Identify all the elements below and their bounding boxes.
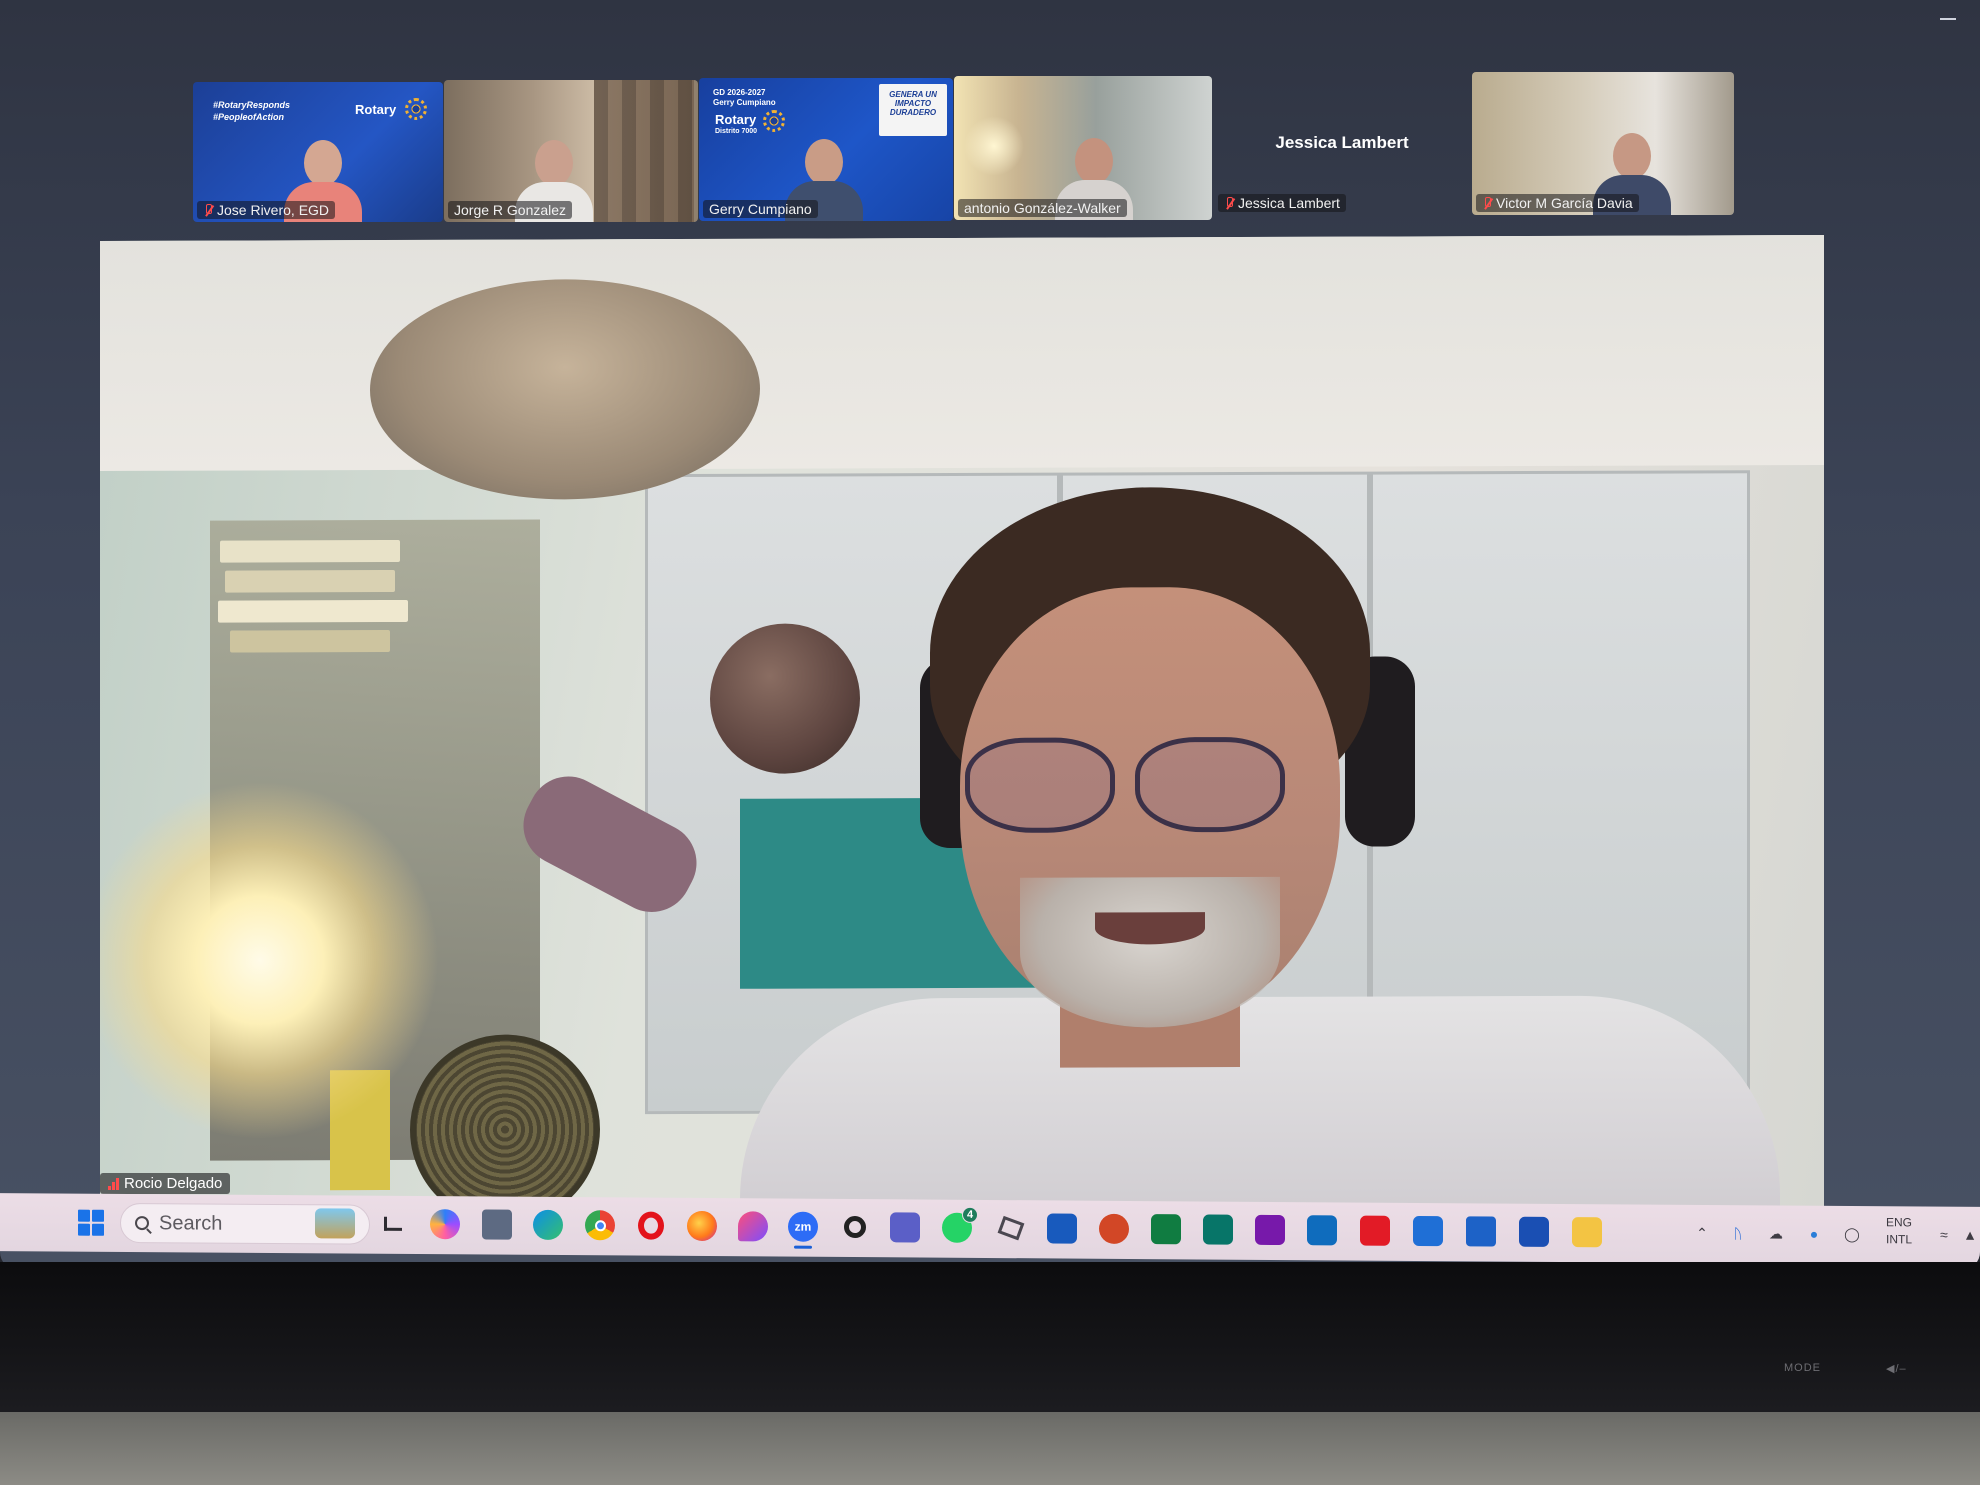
participant-name-tag: Jorge R Gonzalez xyxy=(448,201,573,219)
zoom-icon[interactable]: zm xyxy=(788,1211,818,1249)
rotary-wheel-icon xyxy=(405,98,427,120)
widgets-icon[interactable] xyxy=(315,1208,355,1239)
copilot-icon[interactable] xyxy=(430,1209,460,1240)
language-line-1: ENG xyxy=(1886,1215,1913,1230)
ceiling-lamp xyxy=(370,278,760,501)
security-icon[interactable]: ● xyxy=(1806,1226,1822,1242)
slogan-line-3: DURADERO xyxy=(889,108,937,117)
chrome-icon[interactable] xyxy=(585,1210,615,1241)
mic-muted-icon xyxy=(203,203,213,217)
participant-tile-jose-rivero[interactable]: #RotaryResponds #PeopleofAction Rotary J… xyxy=(193,82,443,222)
arc-icon[interactable] xyxy=(738,1211,768,1242)
cloud-sync-icon[interactable]: ☁ xyxy=(1768,1225,1784,1241)
participant-name: Gerry Cumpiano xyxy=(709,201,812,217)
zoom-label: zm xyxy=(794,1219,812,1234)
word-icon[interactable] xyxy=(1047,1213,1077,1244)
publisher-icon[interactable] xyxy=(1203,1214,1233,1245)
active-app-indicator xyxy=(794,1245,812,1249)
powerpoint-icon[interactable] xyxy=(1099,1213,1129,1244)
language-line-2: INTL xyxy=(1886,1232,1913,1247)
mic-muted-icon xyxy=(1482,196,1492,210)
firefox-icon[interactable] xyxy=(687,1210,717,1242)
bluetooth-icon[interactable]: ᚢ xyxy=(1730,1225,1746,1241)
remote-icon[interactable] xyxy=(1413,1215,1443,1247)
banner-line-3: Rotary xyxy=(715,112,757,127)
bezel-mode-label: MODE xyxy=(1784,1362,1821,1374)
snipping-icon[interactable] xyxy=(996,1213,1026,1243)
excel-icon[interactable] xyxy=(1151,1214,1181,1245)
banner-line-2: Gerry Cumpiano xyxy=(713,98,776,107)
mic-muted-icon xyxy=(1224,196,1234,210)
microphone-icon[interactable]: ◯ xyxy=(1844,1225,1860,1242)
search-icon xyxy=(135,1216,149,1231)
glasses xyxy=(965,737,1115,833)
desk-surface xyxy=(0,1412,1980,1485)
calculator-icon[interactable] xyxy=(482,1209,512,1240)
volume-icon[interactable]: ▲ xyxy=(1962,1227,1978,1243)
wifi-icon[interactable]: ≈ xyxy=(1936,1227,1952,1243)
rotary-logo-text: Rotary xyxy=(355,102,397,117)
slogan-line-1: GENERA UN xyxy=(889,90,937,99)
participant-display-name: Jessica Lambert xyxy=(1275,133,1409,152)
lamp-glow xyxy=(964,116,1024,176)
photo-background: #RotaryResponds #PeopleofAction Rotary J… xyxy=(0,0,1980,1485)
participant-name: Victor M García Davia xyxy=(1496,195,1633,211)
onenote-icon[interactable] xyxy=(1255,1214,1285,1246)
active-speaker-video[interactable] xyxy=(100,234,1824,1214)
monitor-screen: #RotaryResponds #PeopleofAction Rotary J… xyxy=(0,0,1980,1270)
chevron-up-icon[interactable]: ⌃ xyxy=(1694,1224,1710,1241)
windows-taskbar: Search zm 4 ⌃ ᚢ ☁ ● ◯ ENG INTL ≈ ▲ xyxy=(0,1193,1980,1265)
whatsapp-icon[interactable]: 4 xyxy=(942,1206,978,1243)
windows-start-icon[interactable] xyxy=(78,1209,104,1236)
active-speaker-name-tag: Rocio Delgado xyxy=(100,1173,231,1194)
language-indicator[interactable]: ENG INTL xyxy=(1886,1214,1912,1248)
opera-icon[interactable] xyxy=(636,1211,666,1241)
participant-tile-antonio-gonzalez-walker[interactable]: antonio González-Walker xyxy=(954,76,1212,220)
slogan-line-2: IMPACTO xyxy=(894,99,932,108)
bezel-volume-icon: ◀/– xyxy=(1886,1363,1907,1375)
participant-name-tag: Jessica Lambert xyxy=(1218,194,1346,212)
task-view-icon[interactable] xyxy=(378,1209,408,1239)
desk-fan xyxy=(410,1034,600,1214)
mail-icon[interactable] xyxy=(1466,1216,1496,1247)
banner-line-4: Distrito 7000 xyxy=(715,128,758,135)
participant-name-tag: Gerry Cumpiano xyxy=(703,200,818,218)
search-label: Search xyxy=(159,1211,223,1235)
participant-name-tag: antonio González-Walker xyxy=(958,199,1127,217)
outlook-icon[interactable] xyxy=(1307,1215,1337,1246)
teams-icon[interactable] xyxy=(890,1212,920,1243)
participant-tile-jessica-lambert[interactable]: Jessica Lambert Jessica Lambert xyxy=(1213,72,1471,218)
active-speaker-name: Rocio Delgado xyxy=(124,1175,223,1192)
minimize-icon[interactable] xyxy=(1940,18,1956,20)
acrobat-icon[interactable] xyxy=(1360,1215,1390,1246)
participant-name: Jessica Lambert xyxy=(1238,195,1340,211)
slogan-card: GENERA UN IMPACTO DURADERO xyxy=(879,84,947,136)
app-a-icon[interactable] xyxy=(840,1212,870,1242)
participant-name: Jorge R Gonzalez xyxy=(454,202,567,218)
participant-tile-victor-garcia-davia[interactable]: Victor M García Davia xyxy=(1472,72,1734,215)
banner-line-1: GD 2026-2027 xyxy=(713,88,766,97)
notification-badge: 4 xyxy=(962,1206,978,1223)
participant-name-tag: Jose Rivero, EGD xyxy=(197,201,336,219)
edge-icon[interactable] xyxy=(533,1209,563,1241)
participant-name-tag: Victor M García Davia xyxy=(1476,194,1639,212)
audio-level-icon xyxy=(108,1177,119,1190)
banner-line-2: #PeopleofAction xyxy=(213,112,285,122)
participant-tile-jorge-gonzalez[interactable]: Jorge R Gonzalez xyxy=(444,80,698,222)
terminal-icon[interactable] xyxy=(1519,1216,1549,1247)
speaker-person xyxy=(740,485,1780,1214)
participant-tile-gerry-cumpiano[interactable]: GD 2026-2027 Gerry Cumpiano Rotary Distr… xyxy=(699,78,953,221)
monitor-bezel xyxy=(0,1262,1980,1412)
banner-line-1: #RotaryResponds xyxy=(213,100,291,110)
participant-name: antonio González-Walker xyxy=(964,200,1121,216)
participant-name: Jose Rivero, EGD xyxy=(217,202,330,218)
file-explorer-icon[interactable] xyxy=(1572,1217,1602,1248)
